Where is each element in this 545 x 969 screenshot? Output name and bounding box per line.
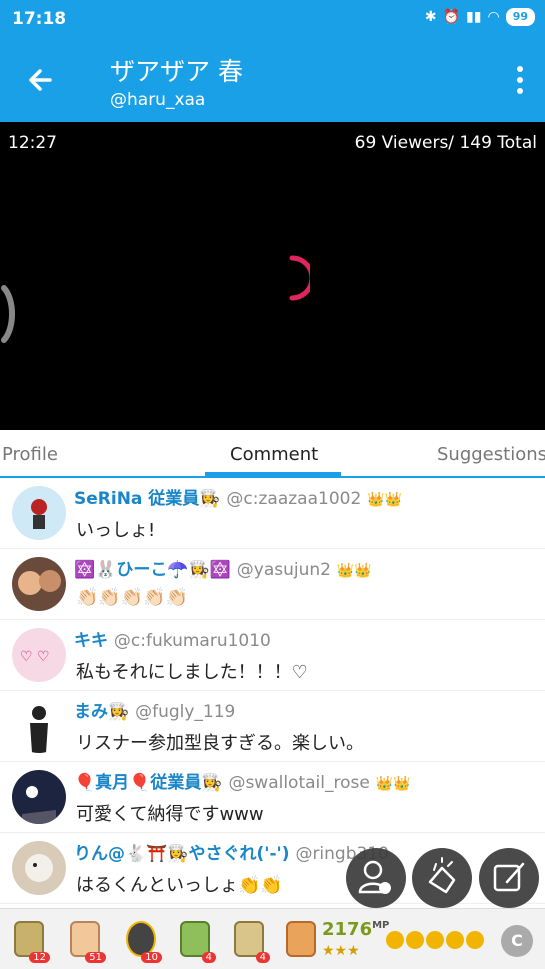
rank-badge: 👑👑 <box>367 492 403 508</box>
author-handle: @swallotail_rose <box>228 773 370 793</box>
comment-author[interactable]: 🎈真月🎈従業員👩‍🍳 @swallotail_rose 👑👑 <box>74 768 411 793</box>
avatar[interactable] <box>12 770 66 824</box>
mp-value: 2176 <box>322 919 373 940</box>
clapping-hands-icon <box>428 857 456 894</box>
coin-icon <box>446 931 464 949</box>
tea-gift-button[interactable]: 12 <box>8 919 50 963</box>
comment-author[interactable]: 🔯🐰ひーこ☂️👩‍🍳🔯 @yasujun2 👑👑 <box>74 555 372 580</box>
author-name: りん@🐇⛩️👩‍🍳やさぐれ('-') <box>74 844 290 864</box>
author-name: SeRiNa 従業員👩‍🍳 <box>74 489 221 509</box>
list-item: ♡ ♡ キキ @c:fukumaru1010 私もそれにしました！！！♡ <box>0 620 545 691</box>
svg-text:♡ ♡: ♡ ♡ <box>20 649 50 665</box>
stream-time: 12:27 <box>8 133 57 153</box>
avatar[interactable]: ♡ ♡ <box>12 628 66 682</box>
author-name: キキ <box>74 631 108 651</box>
author-name: 🔯🐰ひーこ☂️👩‍🍳🔯 <box>74 560 231 580</box>
gift-count: 4 <box>255 952 270 963</box>
rating-stars: ★★★ <box>322 943 360 959</box>
loading-spinner-icon <box>289 255 310 301</box>
status-time: 17:18 <box>12 9 67 29</box>
red-tea-can-icon <box>286 921 316 957</box>
author-handle: @c:zaazaa1002 <box>226 489 362 509</box>
comment-text: 👏🏻👏🏻👏🏻👏🏻👏🏻 <box>76 587 189 608</box>
tea-box-gift-button[interactable]: 4 <box>228 919 270 963</box>
active-tab-indicator <box>205 472 341 476</box>
back-arrow-icon[interactable] <box>22 60 62 100</box>
comment-list[interactable]: SeRiNa 従業員👩‍🍳 @c:zaazaa1002 👑👑 いっしょ! 🔯🐰ひ… <box>0 478 545 908</box>
avatar[interactable] <box>12 841 66 895</box>
coin-icon <box>466 931 484 949</box>
author-handle: @c:fukumaru1010 <box>113 631 271 651</box>
author-handle: @fugly_119 <box>135 702 236 722</box>
gift-count: 51 <box>85 952 106 963</box>
wifi-icon: ◠ <box>487 9 500 25</box>
comment-text: リスナー参加型良すぎる。楽しい。 <box>76 733 364 754</box>
alarm-icon: ⏰ <box>442 9 461 25</box>
green-tea-gift-button[interactable]: 4 <box>174 919 216 963</box>
coin-icon <box>426 931 444 949</box>
comment-text: いっしょ! <box>76 520 156 541</box>
user-handle: @haru_xaa <box>110 90 206 110</box>
author-name: まみ👩‍🍳 <box>74 702 130 722</box>
avatar[interactable] <box>12 486 66 540</box>
rank-badge: 👑👑 <box>375 776 411 792</box>
tab-bar: Profile Comment Suggestions <box>0 430 545 478</box>
list-item: SeRiNa 従業員👩‍🍳 @c:zaazaa1002 👑👑 いっしょ! <box>0 478 545 549</box>
gift-count: 12 <box>29 952 50 963</box>
author-handle: @yasujun2 <box>236 560 331 580</box>
comment-author[interactable]: まみ👩‍🍳 @fugly_119 <box>74 697 235 722</box>
viewer-count: 69 Viewers/ 149 Total <box>354 133 537 153</box>
page-title: ザアザア 春 <box>110 57 243 86</box>
comment-text: はるくんといっしょ👏👏 <box>76 875 283 896</box>
mp-unit: MP <box>372 920 390 931</box>
tab-suggestions[interactable]: Suggestions <box>437 444 545 465</box>
rank-badge: 👑👑 <box>336 563 372 579</box>
comment-author[interactable]: キキ @c:fukumaru1010 <box>74 626 271 651</box>
signal-icon: ▮▮ <box>466 9 482 25</box>
coin-icon <box>386 931 404 949</box>
more-options-icon[interactable] <box>515 64 525 98</box>
avatar[interactable] <box>12 699 66 753</box>
follow-user-button[interactable] <box>346 848 406 908</box>
app-bar: ザアザア 春 @haru_xaa <box>0 38 545 122</box>
author-name: 🎈真月🎈従業員👩‍🍳 <box>74 773 223 793</box>
mp-points: 2176MP <box>322 919 389 940</box>
tab-comment[interactable]: Comment <box>230 444 318 465</box>
clap-button[interactable] <box>412 848 472 908</box>
comment-author[interactable]: りん@🐇⛩️👩‍🍳やさぐれ('-') @ringb310 <box>74 839 389 864</box>
comment-text: 可愛くて納得ですwww <box>76 804 264 825</box>
list-item: 🎈真月🎈従業員👩‍🍳 @swallotail_rose 👑👑 可愛くて納得ですw… <box>0 762 545 833</box>
gift-bar: 12 51 10 4 4 2176MP ★★★ C <box>0 908 545 969</box>
bluetooth-icon: ✱ <box>424 9 437 25</box>
gift-count: 4 <box>201 952 216 963</box>
video-player[interactable]: 12:27 69 Viewers/ 149 Total <box>0 122 545 430</box>
comment-author[interactable]: SeRiNa 従業員👩‍🍳 @c:zaazaa1002 👑👑 <box>74 484 402 509</box>
list-item: まみ👩‍🍳 @fugly_119 リスナー参加型良すぎる。楽しい。 <box>0 691 545 762</box>
tab-profile[interactable]: Profile <box>2 444 58 465</box>
user-check-icon <box>358 860 391 894</box>
firework-gift-button[interactable]: 10 <box>120 919 162 963</box>
comment-text: 私もそれにしました！！！♡ <box>76 662 308 683</box>
coin-icon <box>406 931 424 949</box>
coin-shop-button[interactable]: C <box>501 925 533 957</box>
avatar[interactable] <box>12 557 66 611</box>
status-icons: ✱ ⏰ ▮▮ ◠ 99 <box>425 8 535 26</box>
red-tea-gift-button[interactable] <box>280 919 320 961</box>
write-comment-button[interactable] <box>479 848 539 908</box>
side-pull-handle-icon[interactable] <box>0 282 20 346</box>
list-item: 🔯🐰ひーこ☂️👩‍🍳🔯 @yasujun2 👑👑 👏🏻👏🏻👏🏻👏🏻👏🏻 <box>0 549 545 620</box>
battery-icon: 99 <box>505 8 535 26</box>
gift-count: 10 <box>141 952 162 963</box>
status-bar: 17:18 ✱ ⏰ ▮▮ ◠ 99 <box>0 0 545 38</box>
compose-icon <box>493 862 525 892</box>
clap-gift-button[interactable]: 51 <box>64 919 106 963</box>
